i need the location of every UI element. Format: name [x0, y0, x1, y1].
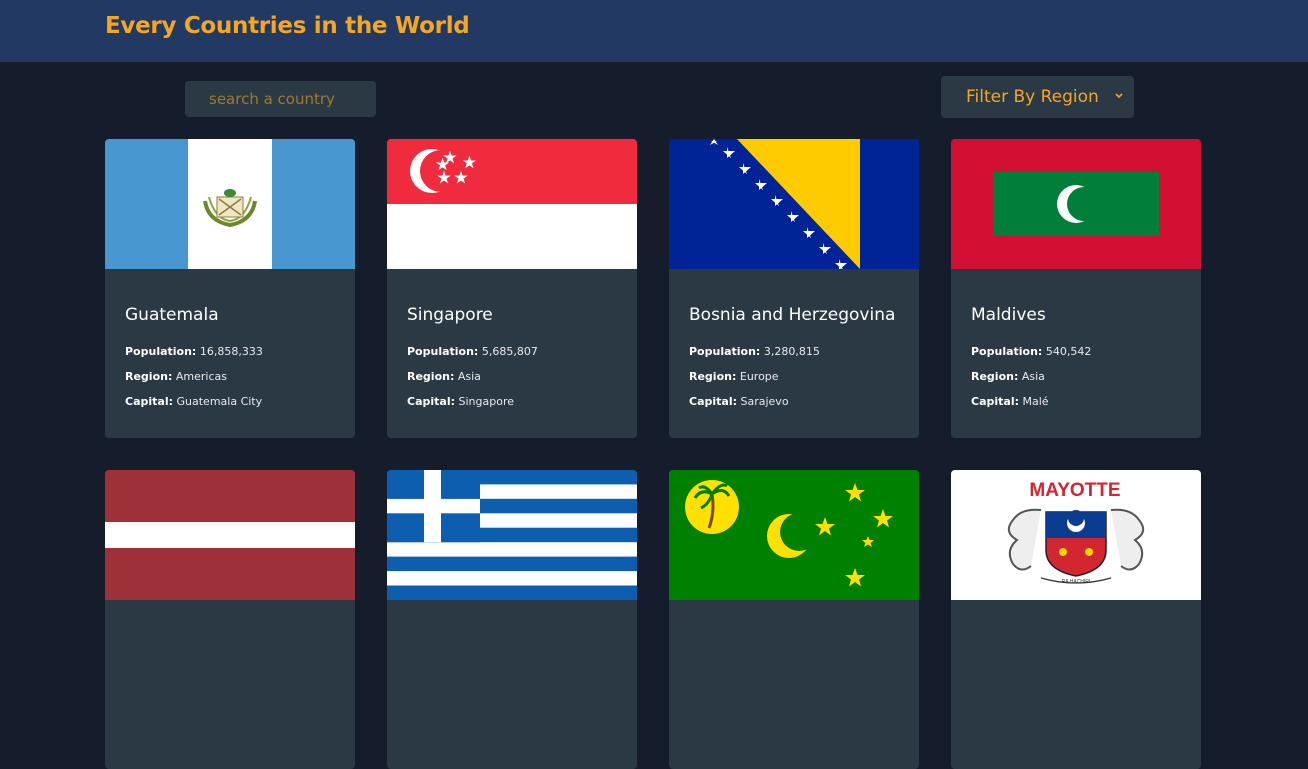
mayotte-flag-text: MAYOTTE	[1029, 480, 1120, 501]
region-label: Region:	[407, 370, 455, 383]
population-value: 5,685,807	[481, 345, 538, 358]
capital-stat: Capital: Sarajevo	[689, 395, 789, 408]
population-stat: Population: 3,280,815	[689, 345, 820, 358]
region-filter-label: Filter By Region	[966, 87, 1099, 107]
capital-label: Capital:	[971, 395, 1019, 408]
region-stat: Region: Europe	[689, 370, 779, 383]
flag-latvia	[105, 470, 355, 600]
country-name: Singapore	[407, 305, 493, 325]
population-stat: Population: 540,542	[971, 345, 1091, 358]
population-value: 540,542	[1045, 345, 1092, 358]
country-card-latvia[interactable]	[105, 470, 355, 769]
capital-value: Guatemala City	[176, 395, 263, 408]
capital-label: Capital:	[407, 395, 455, 408]
region-label: Region:	[689, 370, 737, 383]
country-card-cocos-islands[interactable]	[669, 470, 919, 769]
population-value: 3,280,815	[763, 345, 820, 358]
population-stat: Population: 5,685,807	[407, 345, 538, 358]
region-label: Region:	[125, 370, 173, 383]
capital-value: Singapore	[458, 395, 515, 408]
region-value: Americas	[175, 370, 227, 383]
mayotte-motto-text: RA HACHIRI	[1062, 579, 1091, 585]
capital-value: Malé	[1022, 395, 1049, 408]
flag-mayotte: MAYOTTE RA HACHIRI	[951, 470, 1201, 600]
country-card-bosnia-and-herzegovina[interactable]: Bosnia and Herzegovina Population: 3,280…	[669, 139, 919, 438]
flag-greece	[387, 470, 637, 600]
population-label: Population:	[407, 345, 479, 358]
flag-bosnia-and-herzegovina	[669, 139, 919, 269]
flag-cocos-islands	[669, 470, 919, 600]
country-card-mayotte[interactable]: MAYOTTE RA HACHIRI	[951, 470, 1201, 769]
region-label: Region:	[971, 370, 1019, 383]
flag-singapore	[387, 139, 637, 269]
chevron-down-icon	[1115, 93, 1123, 99]
capital-stat: Capital: Guatemala City	[125, 395, 262, 408]
region-value: Europe	[739, 370, 779, 383]
page-title: Every Countries in the World	[105, 13, 470, 39]
capital-stat: Capital: Malé	[971, 395, 1049, 408]
population-label: Population:	[689, 345, 761, 358]
country-name: Maldives	[971, 305, 1046, 325]
population-stat: Population: 16,858,333	[125, 345, 263, 358]
capital-label: Capital:	[125, 395, 173, 408]
region-stat: Region: Asia	[971, 370, 1045, 383]
region-stat: Region: Americas	[125, 370, 227, 383]
country-card-guatemala[interactable]: Guatemala Population: 16,858,333 Region:…	[105, 139, 355, 438]
country-name: Bosnia and Herzegovina	[689, 305, 896, 325]
flag-guatemala	[105, 139, 355, 269]
search-box[interactable]	[185, 81, 376, 117]
population-label: Population:	[971, 345, 1043, 358]
country-name: Guatemala	[125, 305, 219, 325]
capital-stat: Capital: Singapore	[407, 395, 514, 408]
population-label: Population:	[125, 345, 197, 358]
country-card-greece[interactable]	[387, 470, 637, 769]
search-input[interactable]	[185, 81, 376, 117]
region-filter-select[interactable]: Filter By Region	[941, 76, 1134, 118]
region-value: Asia	[457, 370, 481, 383]
region-stat: Region: Asia	[407, 370, 481, 383]
country-card-maldives[interactable]: Maldives Population: 540,542 Region: Asi…	[951, 139, 1201, 438]
capital-label: Capital:	[689, 395, 737, 408]
flag-maldives	[951, 139, 1201, 269]
population-value: 16,858,333	[199, 345, 263, 358]
capital-value: Sarajevo	[740, 395, 789, 408]
app-header: Every Countries in the World	[0, 0, 1308, 62]
country-card-singapore[interactable]: Singapore Population: 5,685,807 Region: …	[387, 139, 637, 438]
region-value: Asia	[1021, 370, 1045, 383]
